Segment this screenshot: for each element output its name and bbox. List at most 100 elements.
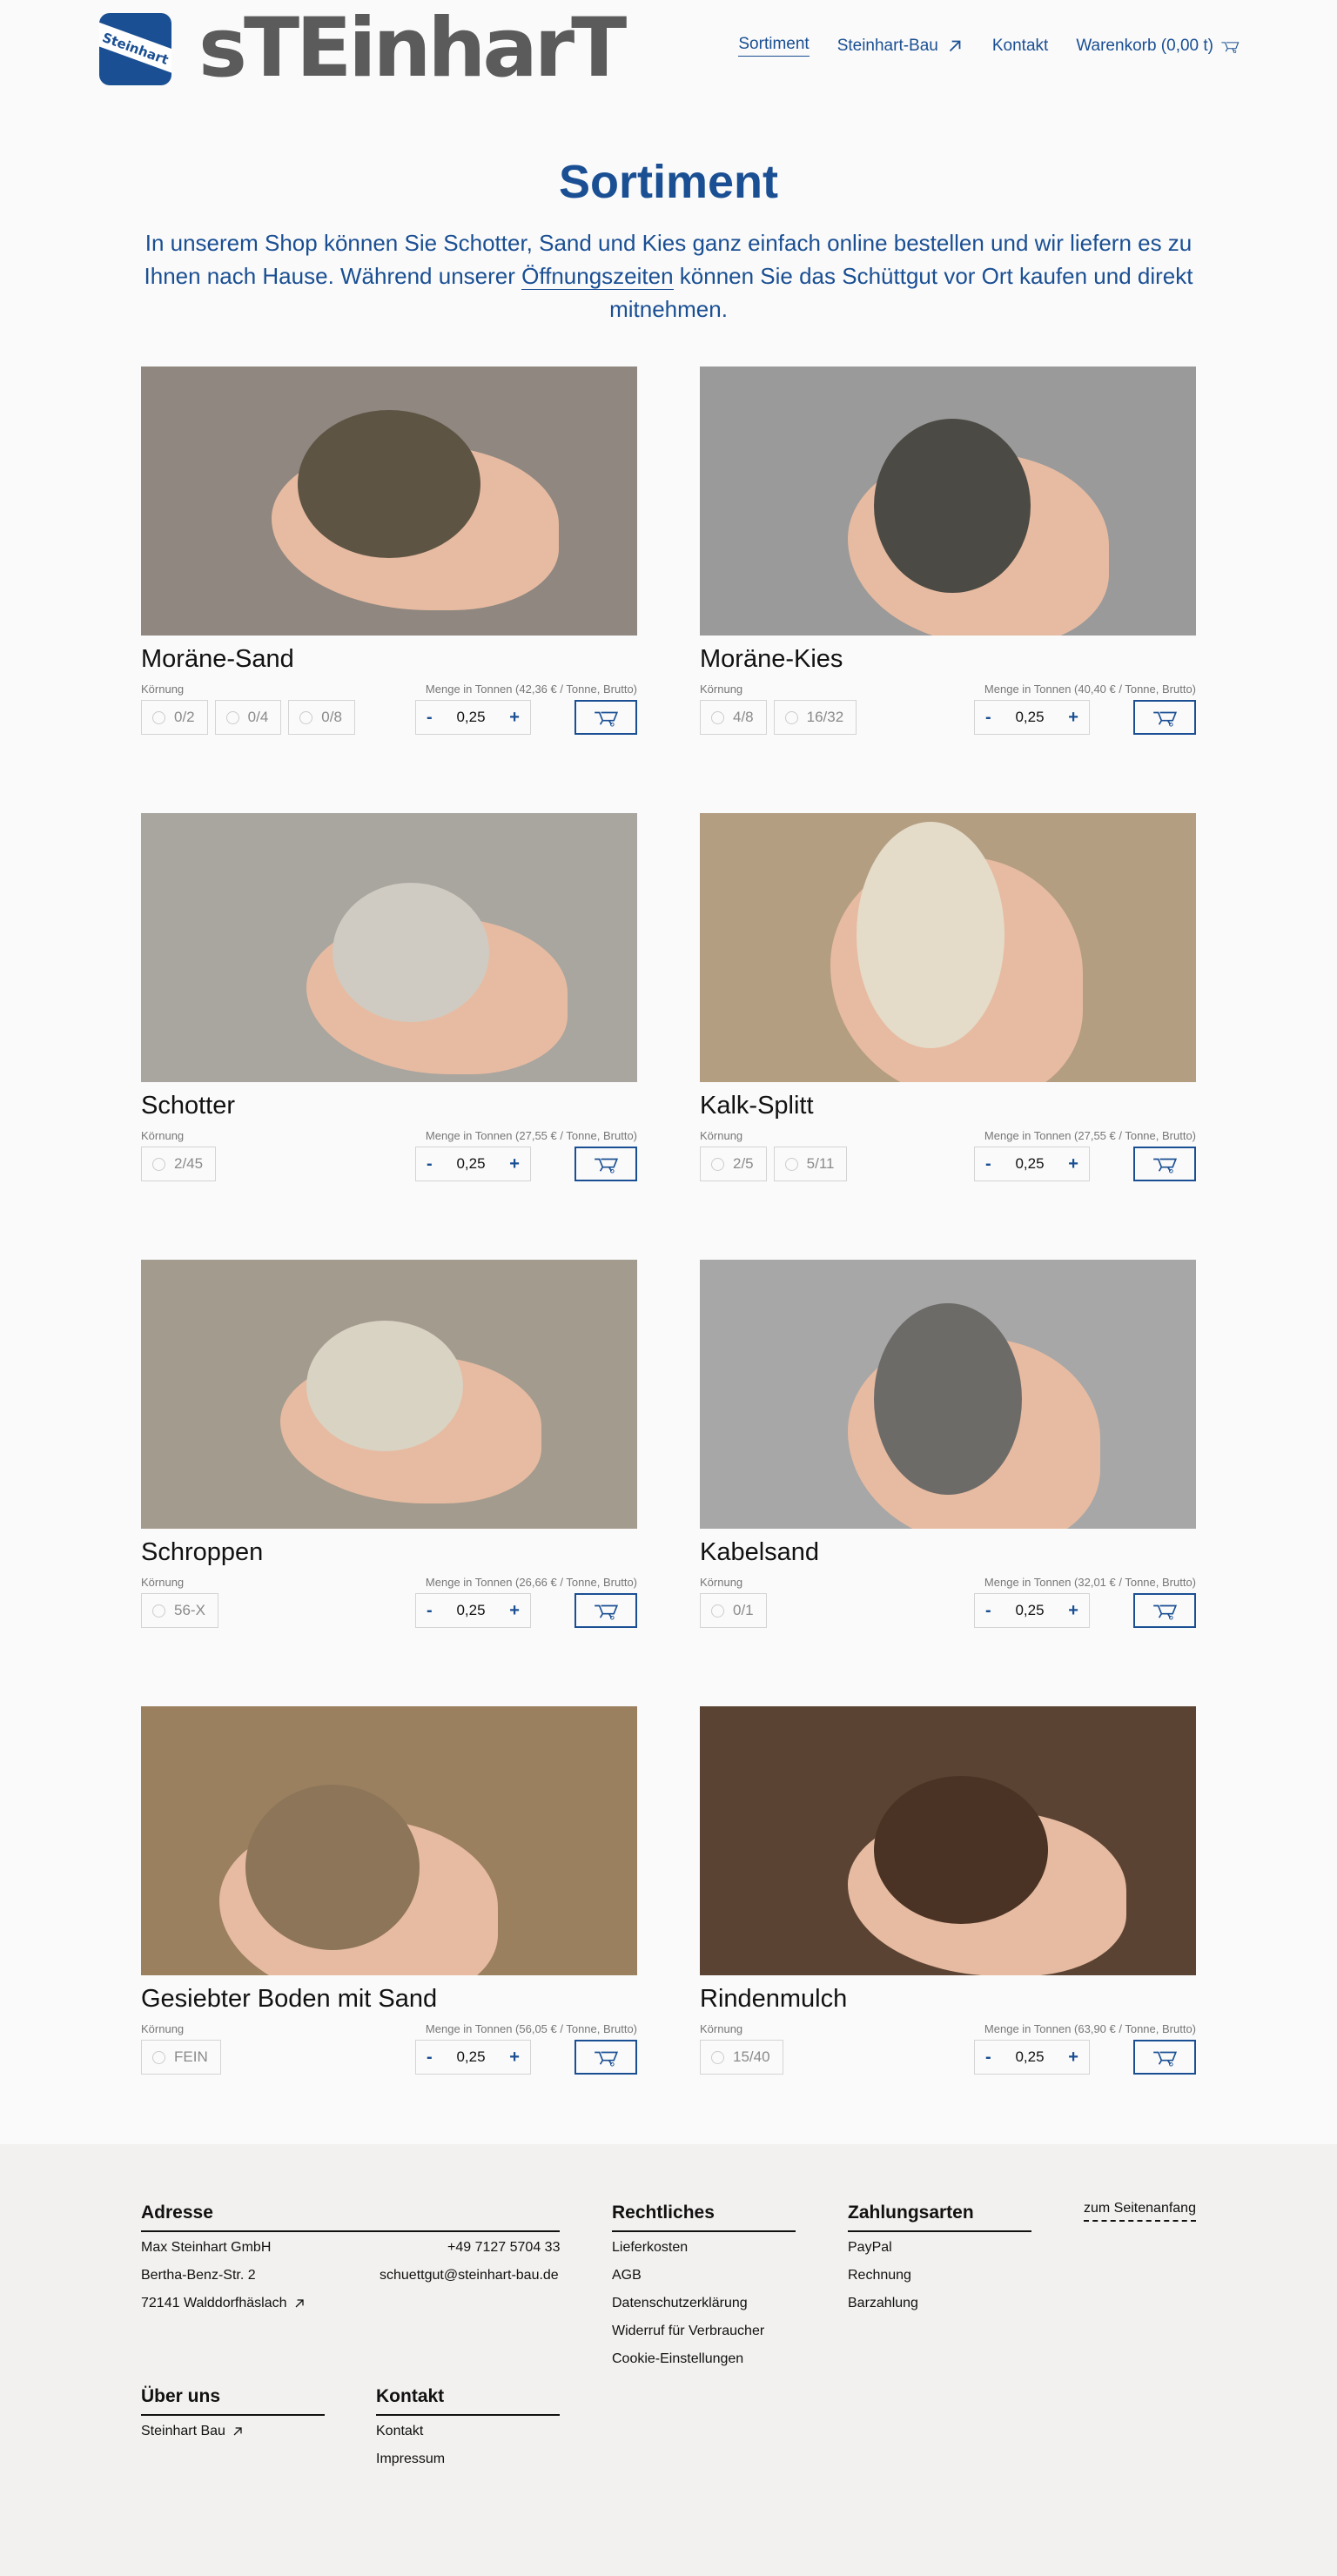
product-name[interactable]: Kabelsand (700, 1538, 819, 1567)
increment-button[interactable]: + (1068, 1601, 1078, 1621)
product-image[interactable] (141, 367, 637, 636)
product-image[interactable] (141, 813, 637, 1082)
footer-phone[interactable]: +49 7127 5704 33 (447, 2240, 560, 2256)
grain-option[interactable]: 4/8 (700, 700, 767, 735)
material-pile (857, 822, 1004, 1048)
quantity-value[interactable]: 0,25 (1015, 1155, 1044, 1173)
site-header: Steinhart sTEinharT Sortiment Steinhart-… (0, 0, 1337, 96)
main-nav: Sortiment Steinhart-Bau Kontakt Warenkor… (738, 35, 1240, 57)
decrement-button[interactable]: - (427, 2048, 433, 2068)
footer-legal-withdrawal[interactable]: Widerruf für Verbraucher (612, 2324, 764, 2339)
footer-legal-agb[interactable]: AGB (612, 2268, 642, 2283)
product-image[interactable] (141, 1260, 637, 1529)
grain-option[interactable]: 15/40 (700, 2040, 783, 2075)
add-to-cart-button[interactable] (1133, 700, 1196, 735)
wheelbarrow-icon (595, 2051, 619, 2067)
add-to-cart-button[interactable] (574, 2040, 637, 2075)
grain-option[interactable]: 0/4 (214, 700, 282, 735)
product-image[interactable] (700, 813, 1196, 1082)
product-name[interactable]: Rindenmulch (700, 1985, 847, 2014)
increment-button[interactable]: + (509, 2048, 520, 2068)
quantity-value[interactable]: 0,25 (456, 2048, 485, 2066)
product-card: Moräne-Sand Körnung Menge in Tonnen (42,36… (141, 367, 637, 754)
opening-hours-link[interactable]: Öffnungszeiten (521, 263, 674, 290)
quantity-value[interactable]: 0,25 (456, 1602, 485, 1619)
product-name[interactable]: Moräne-Kies (700, 645, 843, 674)
nav-warenkorb[interactable]: Warenkorb (0,00 t) (1076, 37, 1240, 56)
grain-option[interactable]: 5/11 (773, 1147, 848, 1181)
quantity-value[interactable]: 0,25 (456, 709, 485, 726)
footer-legal-cookies[interactable]: Cookie-Einstellungen (612, 2351, 743, 2367)
grain-option-label: 5/11 (806, 1155, 835, 1172)
footer-city-link[interactable]: 72141 Walddorfhäslach (141, 2296, 306, 2311)
add-to-cart-button[interactable] (1133, 1593, 1196, 1628)
grain-option[interactable]: 56-X (141, 1593, 218, 1628)
increment-button[interactable]: + (509, 708, 520, 728)
increment-button[interactable]: + (509, 1601, 520, 1621)
footer-legal-delivery[interactable]: Lieferkosten (612, 2240, 688, 2256)
footer-legal-privacy[interactable]: Datenschutzerklärung (612, 2296, 748, 2311)
product-name[interactable]: Gesiebter Boden mit Sand (141, 1985, 437, 2014)
logo-badge[interactable]: Steinhart (99, 13, 171, 85)
increment-button[interactable]: + (509, 1154, 520, 1174)
add-to-cart-button[interactable] (1133, 2040, 1196, 2075)
material-pile (874, 419, 1031, 593)
grain-option[interactable]: FEIN (141, 2040, 221, 2075)
add-to-cart-button[interactable] (574, 700, 637, 735)
quantity-value[interactable]: 0,25 (1015, 1602, 1044, 1619)
decrement-button[interactable]: - (985, 2048, 991, 2068)
quantity-stepper: - 0,25 + (415, 1147, 531, 1181)
decrement-button[interactable]: - (427, 1154, 433, 1174)
product-name[interactable]: Moräne-Sand (141, 645, 294, 674)
product-name[interactable]: Kalk-Splitt (700, 1092, 814, 1120)
grain-options: FEIN (141, 2040, 221, 2075)
price-label: Menge in Tonnen (26,66 € / Tonne, Brutto… (425, 1576, 637, 1589)
add-to-cart-button[interactable] (1133, 1147, 1196, 1181)
product-name[interactable]: Schotter (141, 1092, 235, 1120)
grain-option[interactable]: 0/1 (700, 1593, 767, 1628)
footer-imprint-link[interactable]: Impressum (376, 2452, 445, 2467)
scroll-to-top-link[interactable]: zum Seitenanfang (1084, 2201, 1196, 2222)
nav-steinhart-bau[interactable]: Steinhart-Bau (837, 37, 964, 56)
increment-button[interactable]: + (1068, 1154, 1078, 1174)
grain-label: Körnung (700, 1129, 743, 1142)
grain-options: 4/8 16/32 (700, 700, 857, 735)
material-pile (306, 1321, 463, 1451)
quantity-value[interactable]: 0,25 (1015, 709, 1044, 726)
increment-button[interactable]: + (1068, 2048, 1078, 2068)
quantity-value[interactable]: 0,25 (456, 1155, 485, 1173)
external-arrow-icon (949, 40, 961, 51)
product-name[interactable]: Schroppen (141, 1538, 263, 1567)
footer-contact-link[interactable]: Kontakt (376, 2424, 423, 2439)
product-image[interactable] (141, 1706, 637, 1975)
product-card: Kabelsand Körnung Menge in Tonnen (32,01 €… (700, 1260, 1196, 1647)
footer-about-link[interactable]: Steinhart Bau (141, 2424, 245, 2439)
grain-option[interactable]: 2/5 (700, 1147, 767, 1181)
logo-wordmark[interactable]: sTEinharT (198, 5, 627, 92)
increment-button[interactable]: + (1068, 708, 1078, 728)
grain-option[interactable]: 16/32 (773, 700, 857, 735)
decrement-button[interactable]: - (427, 708, 433, 728)
nav-sortiment[interactable]: Sortiment (738, 35, 810, 57)
add-to-cart-button[interactable] (574, 1593, 637, 1628)
decrement-button[interactable]: - (985, 1601, 991, 1621)
footer-email[interactable]: schuettgut@steinhart-bau.de (380, 2268, 559, 2283)
product-image[interactable] (700, 1706, 1196, 1975)
quantity-value[interactable]: 0,25 (1015, 2048, 1044, 2066)
grain-option[interactable]: 2/45 (141, 1147, 217, 1181)
nav-kontakt[interactable]: Kontakt (992, 37, 1048, 56)
grain-option[interactable]: 0/2 (141, 700, 208, 735)
product-image[interactable] (700, 367, 1196, 636)
footer-legal-heading: Rechtliches (612, 2203, 796, 2232)
add-to-cart-button[interactable] (574, 1147, 637, 1181)
grain-label: Körnung (141, 1129, 185, 1142)
grain-label: Körnung (700, 683, 743, 696)
grain-option[interactable]: 0/8 (288, 700, 355, 735)
decrement-button[interactable]: - (427, 1601, 433, 1621)
grain-option-label: FEIN (174, 2048, 208, 2065)
footer-payment-cash: Barzahlung (848, 2296, 918, 2310)
product-image[interactable] (700, 1260, 1196, 1529)
wheelbarrow-icon (1153, 711, 1178, 727)
decrement-button[interactable]: - (985, 1154, 991, 1174)
decrement-button[interactable]: - (985, 708, 991, 728)
